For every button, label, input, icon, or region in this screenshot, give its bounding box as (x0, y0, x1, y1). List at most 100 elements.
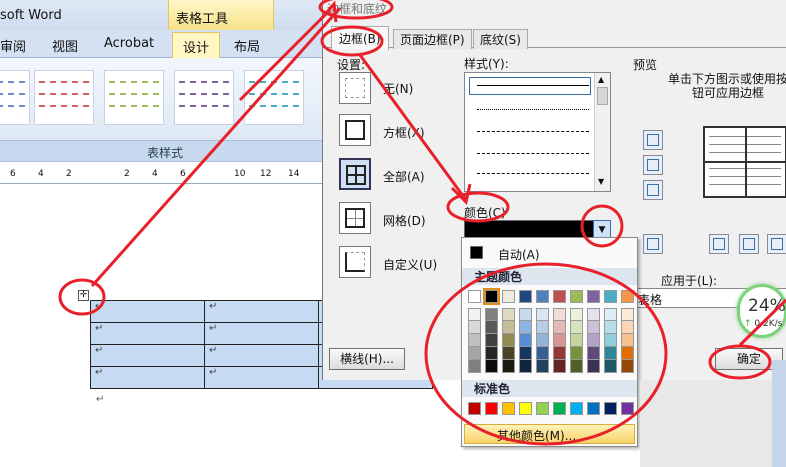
inside-vertical-border-button[interactable] (739, 234, 759, 254)
shade-color-swatch[interactable] (587, 360, 600, 373)
left-border-button[interactable] (709, 234, 729, 254)
standard-color-swatch[interactable] (519, 402, 532, 415)
shade-color-swatch[interactable] (553, 347, 566, 360)
tab-design[interactable]: 设计 (172, 32, 221, 59)
bottom-border-button[interactable] (643, 180, 663, 200)
shade-color-swatch[interactable] (468, 321, 481, 334)
tab-acrobat[interactable]: Acrobat (104, 36, 154, 51)
shade-color-swatch[interactable] (536, 321, 549, 334)
table-cell[interactable]: ↵ (204, 366, 319, 389)
line-style-list[interactable]: ▲ ▼ (464, 72, 611, 192)
setting-all-label[interactable]: 全部(A) (383, 168, 425, 185)
shade-color-swatch[interactable] (621, 360, 634, 373)
standard-color-swatch[interactable] (502, 402, 515, 415)
theme-color-swatch[interactable] (621, 290, 634, 303)
horizontal-ruler[interactable]: 6 4 2 2 4 6 10 12 14 (0, 166, 330, 184)
tab-view[interactable]: 视图 (52, 36, 78, 55)
shade-color-swatch[interactable] (570, 308, 583, 321)
shade-color-swatch[interactable] (468, 334, 481, 347)
table-cell[interactable]: ↵ (204, 344, 319, 367)
tab-layout[interactable]: 布局 (234, 36, 260, 55)
table-style-thumb[interactable] (0, 70, 30, 125)
theme-color-swatch[interactable] (604, 290, 617, 303)
horizontal-line-button[interactable]: 横线(H)... (329, 348, 405, 370)
table-cell[interactable]: ↵ (204, 300, 319, 323)
standard-color-swatch[interactable] (587, 402, 600, 415)
standard-color-swatch[interactable] (621, 402, 634, 415)
shade-color-swatch[interactable] (468, 360, 481, 373)
top-border-button[interactable] (643, 130, 663, 150)
shade-color-swatch[interactable] (621, 321, 634, 334)
shade-color-swatch[interactable] (536, 347, 549, 360)
theme-color-swatch[interactable] (587, 290, 600, 303)
shade-color-swatch[interactable] (519, 360, 532, 373)
line-style-solid[interactable] (477, 85, 589, 86)
shade-color-swatch[interactable] (468, 308, 481, 321)
shade-color-swatch[interactable] (502, 321, 515, 334)
shade-color-swatch[interactable] (604, 334, 617, 347)
shade-color-swatch[interactable] (502, 308, 515, 321)
shade-color-swatch[interactable] (536, 334, 549, 347)
shade-color-swatch[interactable] (587, 321, 600, 334)
tab-page-border[interactable]: 页面边框(P) (393, 29, 472, 49)
shade-color-swatch[interactable] (502, 347, 515, 360)
table-cell[interactable]: ↵ (90, 344, 205, 367)
standard-color-swatch[interactable] (570, 402, 583, 415)
shade-color-swatch[interactable] (519, 321, 532, 334)
shade-color-swatch[interactable] (553, 321, 566, 334)
setting-custom-label[interactable]: 自定义(U) (383, 256, 437, 273)
table-cell[interactable]: ↵ (204, 322, 319, 345)
setting-box-button[interactable] (339, 114, 371, 146)
standard-color-swatch[interactable] (536, 402, 549, 415)
tab-borders[interactable]: 边框(B) (331, 26, 389, 50)
right-border-button[interactable] (767, 234, 786, 254)
shade-color-swatch[interactable] (604, 308, 617, 321)
shade-color-swatch[interactable] (587, 308, 600, 321)
line-style-dash-dot[interactable] (477, 173, 589, 174)
shade-color-swatch[interactable] (553, 334, 566, 347)
shade-color-swatch[interactable] (587, 334, 600, 347)
table-style-thumb[interactable] (244, 70, 304, 125)
tab-review[interactable]: 审阅 (0, 36, 26, 55)
table-move-handle-icon[interactable]: ✛ (78, 290, 89, 301)
inside-horizontal-border-button[interactable] (643, 155, 663, 175)
standard-color-swatch[interactable] (604, 402, 617, 415)
theme-color-swatch[interactable] (519, 290, 532, 303)
table-cell[interactable]: ↵ (90, 366, 205, 389)
table-cell[interactable]: ↵ (90, 322, 205, 345)
standard-color-swatch[interactable] (553, 402, 566, 415)
shade-color-swatch[interactable] (553, 360, 566, 373)
shade-color-swatch[interactable] (502, 334, 515, 347)
theme-color-swatch[interactable] (468, 290, 481, 303)
shade-color-swatch[interactable] (519, 334, 532, 347)
shade-color-swatch[interactable] (553, 308, 566, 321)
shade-color-swatch[interactable] (536, 308, 549, 321)
setting-grid-button[interactable] (339, 202, 371, 234)
shade-color-swatch[interactable] (485, 360, 498, 373)
standard-color-swatch[interactable] (468, 402, 481, 415)
shade-color-swatch[interactable] (570, 347, 583, 360)
shade-color-swatch[interactable] (468, 347, 481, 360)
shade-color-swatch[interactable] (621, 308, 634, 321)
table-style-thumb[interactable] (174, 70, 234, 125)
shade-color-swatch[interactable] (570, 321, 583, 334)
shade-color-swatch[interactable] (587, 347, 600, 360)
shade-color-swatch[interactable] (621, 347, 634, 360)
setting-grid-label[interactable]: 网格(D) (383, 212, 426, 229)
shade-color-swatch[interactable] (519, 347, 532, 360)
border-preview[interactable] (703, 126, 786, 198)
diagonal-border-button[interactable] (643, 234, 663, 254)
theme-color-swatch[interactable] (536, 290, 549, 303)
theme-color-swatch[interactable] (553, 290, 566, 303)
setting-custom-button[interactable] (339, 246, 371, 278)
tab-shading[interactable]: 底纹(S) (473, 29, 528, 49)
shade-color-swatch[interactable] (485, 321, 498, 334)
table-style-thumb[interactable] (34, 70, 94, 125)
line-style-dashed[interactable] (477, 131, 589, 132)
scroll-up-icon[interactable]: ▲ (598, 75, 604, 84)
theme-color-swatch[interactable] (502, 290, 515, 303)
scroll-down-icon[interactable]: ▼ (598, 177, 604, 186)
setting-all-button[interactable] (339, 158, 371, 190)
scroll-thumb[interactable] (597, 87, 608, 105)
table-cell[interactable]: ↵ (90, 300, 205, 323)
